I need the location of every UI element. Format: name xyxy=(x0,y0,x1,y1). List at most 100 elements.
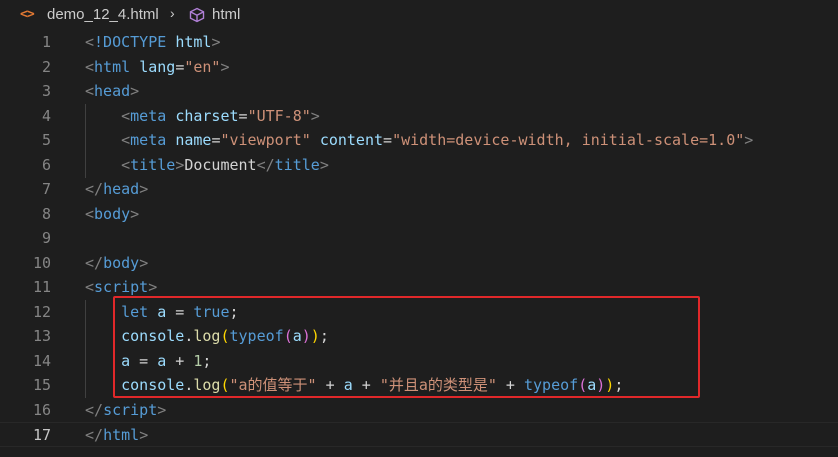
code-token: console xyxy=(121,327,185,345)
code-token: < xyxy=(85,82,95,100)
code-token: < xyxy=(121,155,131,174)
code-token: ( xyxy=(220,376,230,394)
breadcrumb-file-name[interactable]: demo_12_4.html xyxy=(47,6,159,23)
line-number: 16 xyxy=(32,400,51,419)
html-file-icon: <> xyxy=(20,7,35,22)
code-text: <head> xyxy=(85,79,139,104)
code-line[interactable]: 9 xyxy=(0,226,838,251)
code-token: ; xyxy=(614,376,624,394)
code-token: ( xyxy=(220,327,230,345)
code-token: "并且a的类型是" xyxy=(379,376,497,394)
code-token: meta xyxy=(130,106,167,125)
code-token: lang xyxy=(139,57,176,76)
code-token: "viewport" xyxy=(220,131,311,149)
code-line[interactable]: 14 a = a + 1; xyxy=(0,349,838,374)
code-token: > xyxy=(130,204,140,223)
code-token: name xyxy=(175,131,212,149)
code-line[interactable]: 13 console.log(typeof(a)); xyxy=(0,324,838,349)
line-number: 2 xyxy=(41,57,51,76)
code-token: ; xyxy=(202,351,212,370)
code-token: meta xyxy=(130,131,167,149)
breadcrumb-symbol-name[interactable]: html xyxy=(212,6,240,23)
line-number: 13 xyxy=(32,327,51,345)
code-token: > xyxy=(139,253,149,272)
code-token: ; xyxy=(319,327,329,345)
code-token: = xyxy=(383,131,393,149)
code-token: html xyxy=(175,33,212,51)
code-token: "en" xyxy=(184,57,221,76)
code-token: !DOCTYPE xyxy=(94,33,167,51)
code-token: html xyxy=(94,57,131,76)
code-text: <meta charset="UTF-8"> xyxy=(85,104,320,129)
code-token: ( xyxy=(578,376,588,394)
code-text: console.log("a的值等于" + a + "并且a的类型是" + ty… xyxy=(85,373,623,398)
code-line[interactable]: 15 console.log("a的值等于" + a + "并且a的类型是" +… xyxy=(0,373,838,398)
code-line[interactable]: 17 </html> xyxy=(0,422,838,447)
code-token: </ xyxy=(85,253,104,272)
code-token: ; xyxy=(229,302,239,321)
line-number: 7 xyxy=(41,180,51,198)
code-line[interactable]: 4 <meta charset="UTF-8"> xyxy=(0,104,838,129)
code-token: a xyxy=(292,327,302,345)
code-token: script xyxy=(103,400,158,419)
code-token: console xyxy=(121,376,185,394)
code-token: head xyxy=(94,82,131,100)
line-number: 17 xyxy=(32,426,51,444)
code-token: > xyxy=(220,57,230,76)
code-editor[interactable]: 1 <!DOCTYPE html> 2 <html lang="en"> 3 <head>… xyxy=(0,30,838,457)
code-line[interactable]: 6 <title>Document</title> xyxy=(0,153,838,178)
code-token: = xyxy=(166,302,194,321)
code-line[interactable]: 1 <!DOCTYPE html> xyxy=(0,30,838,55)
cube-symbol-icon xyxy=(188,7,206,23)
code-token: log xyxy=(193,327,221,345)
code-token: title xyxy=(130,155,176,174)
code-text: <body> xyxy=(85,202,139,227)
code-line[interactable]: 11 <script> xyxy=(0,275,838,300)
line-number: 1 xyxy=(41,33,51,51)
code-token: </ xyxy=(85,426,104,444)
code-token: > xyxy=(139,426,149,444)
code-token: > xyxy=(319,155,329,174)
line-number: 4 xyxy=(41,106,51,125)
code-token: = xyxy=(238,106,248,125)
code-text: <script> xyxy=(85,275,157,300)
code-line[interactable]: 5 <meta name="viewport" content="width=d… xyxy=(0,128,838,153)
code-token: < xyxy=(85,33,95,51)
code-token: a xyxy=(157,351,167,370)
code-token: + xyxy=(496,376,524,394)
code-token: = xyxy=(175,57,185,76)
code-line[interactable]: 16 </script> xyxy=(0,398,838,423)
code-text: </script> xyxy=(85,398,166,423)
code-text: let a = true; xyxy=(85,300,239,325)
code-line[interactable]: 7 </head> xyxy=(0,177,838,202)
code-line[interactable]: 12 let a = true; xyxy=(0,300,838,325)
code-token: head xyxy=(103,180,140,198)
code-token: a xyxy=(343,376,353,394)
code-token: script xyxy=(94,278,149,296)
code-token: body xyxy=(103,253,140,272)
code-text: <!DOCTYPE html> xyxy=(85,30,220,55)
code-token: typeof xyxy=(229,327,284,345)
code-text: <html lang="en"> xyxy=(85,55,230,80)
code-token: > xyxy=(148,278,158,296)
code-token: true xyxy=(193,302,230,321)
line-number: 12 xyxy=(32,302,51,321)
code-token: </ xyxy=(85,400,104,419)
code-line[interactable]: 3 <head> xyxy=(0,79,838,104)
code-token: > xyxy=(157,400,167,419)
code-line[interactable]: 10 </body> xyxy=(0,251,838,276)
code-token: title xyxy=(274,155,320,174)
line-number: 14 xyxy=(32,351,51,370)
code-token: < xyxy=(121,131,131,149)
code-line[interactable]: 8 <body> xyxy=(0,202,838,227)
code-line[interactable]: 2 <html lang="en"> xyxy=(0,55,838,80)
